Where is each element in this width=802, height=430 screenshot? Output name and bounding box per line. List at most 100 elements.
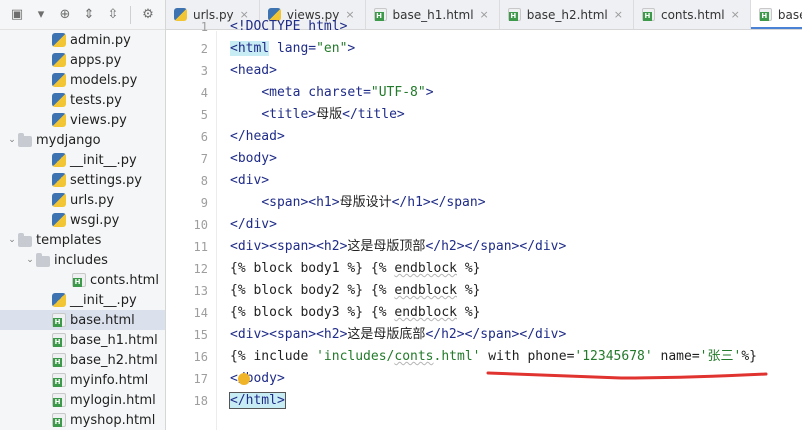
tab-label: base.html (777, 7, 802, 22)
code-line[interactable]: {% include 'includes/conts.html' with ph… (230, 346, 757, 368)
tree-item-label: models.py (70, 72, 138, 88)
code-line[interactable]: <div><span><h2>这是母版顶部</h2></span></div> (230, 236, 566, 258)
collapse-all-icon[interactable]: ⇕ (78, 4, 100, 26)
tree-file-row[interactable]: views.py (0, 110, 165, 130)
tree-file-row[interactable]: conts.html (0, 270, 165, 290)
tree-item-label: apps.py (70, 52, 122, 68)
line-number: 6 (200, 130, 208, 144)
tree-folder-row[interactable]: ⌄ includes (0, 250, 165, 270)
tree-file-row[interactable]: base_h2.html (0, 350, 165, 370)
code-line[interactable]: </div> (230, 214, 277, 236)
code-line[interactable]: </html> (229, 390, 286, 412)
project-sidebar: ▣ ▾ ⊕ ⇕ ⇳ ⚙ admin.py apps.py models.py tests.py v… (0, 0, 166, 430)
html-file-icon (52, 333, 66, 347)
locate-icon[interactable]: ⊕ (54, 4, 76, 26)
sidebar-toolbar: ▣ ▾ ⊕ ⇕ ⇳ ⚙ (0, 0, 165, 30)
tree-item-label: settings.py (70, 172, 142, 188)
tree-file-row[interactable]: base_h1.html (0, 330, 165, 350)
html-file-icon (507, 8, 521, 21)
line-number: 3 (200, 64, 208, 78)
python-file-icon (52, 33, 66, 47)
settings-gear-icon[interactable]: ⚙ (137, 4, 159, 26)
tree-file-row[interactable]: urls.py (0, 190, 165, 210)
code-editor[interactable]: 1 2 3 4 5 6 7 8 9 10 11 12 13 14 15 16 17 18 <!DOCTYPE ht… (166, 19, 802, 430)
code-line[interactable]: <div> (230, 170, 269, 192)
tree-item-label: base.html (70, 312, 135, 328)
python-file-icon (52, 113, 66, 127)
close-icon[interactable]: × (480, 8, 489, 21)
html-file-icon (52, 373, 66, 387)
tree-item-label: templates (36, 232, 102, 248)
code-line[interactable]: {% block body1 %} {% endblock %} (230, 258, 480, 280)
line-number: 17 (193, 372, 208, 386)
tree-file-row[interactable]: __init__.py (0, 150, 165, 170)
tree-file-row[interactable]: mylogin.html (0, 390, 165, 410)
python-file-icon (52, 173, 66, 187)
tree-item-label: mydjango (36, 132, 101, 148)
chevron-down-icon[interactable]: ⌄ (6, 135, 18, 145)
code-line[interactable]: <div><span><h2>这是母版底部</h2></span></div> (230, 324, 566, 346)
line-number: 11 (193, 240, 208, 254)
tree-item-label: includes (54, 252, 108, 268)
folder-icon (36, 252, 50, 267)
project-tree: admin.py apps.py models.py tests.py views.py… (0, 30, 165, 430)
tree-item-label: __init__.py (70, 152, 137, 168)
code-line[interactable]: {% block body2 %} {% endblock %} (230, 280, 480, 302)
line-number: 10 (193, 218, 208, 232)
expand-all-icon[interactable]: ⇳ (102, 4, 124, 26)
python-file-icon (52, 193, 66, 207)
line-number: 4 (200, 86, 208, 100)
code-line[interactable]: <!DOCTYPE html> (230, 16, 347, 38)
folder-icon[interactable]: ▣ (6, 4, 28, 26)
tab-conts-html[interactable]: conts.html × (634, 0, 751, 29)
code-line[interactable]: <body> (230, 148, 277, 170)
line-number: 15 (193, 328, 208, 342)
code-line[interactable]: <head> (230, 60, 277, 82)
tree-folder-row[interactable]: ⌄ mydjango (0, 130, 165, 150)
close-icon[interactable]: × (614, 8, 623, 21)
tab-label: conts.html (660, 7, 725, 22)
tree-file-row[interactable]: myinfo.html (0, 370, 165, 390)
html-file-icon (373, 8, 387, 21)
tree-file-row[interactable]: settings.py (0, 170, 165, 190)
tree-file-row[interactable]: __init__.py (0, 290, 165, 310)
tab-base-html[interactable]: base.html× (750, 0, 802, 29)
code-line[interactable]: {% block body3 %} {% endblock %} (230, 302, 480, 324)
tree-item-label: wsgi.py (70, 212, 120, 228)
tab-base_h2-html[interactable]: base_h2.html × (500, 0, 634, 29)
tree-file-row[interactable]: wsgi.py (0, 210, 165, 230)
python-file-icon (52, 93, 66, 107)
folder-icon (18, 232, 32, 247)
tree-item-label: myshop.html (70, 412, 156, 428)
line-number: 18 (193, 394, 208, 408)
tree-file-row[interactable]: models.py (0, 70, 165, 90)
code-line[interactable]: <html lang="en"> (230, 38, 355, 60)
tree-file-row[interactable]: base.html (0, 310, 165, 330)
python-file-icon (52, 213, 66, 227)
tree-file-row[interactable]: myshop.html (0, 410, 165, 430)
line-number: 13 (193, 284, 208, 298)
chevron-down-icon[interactable]: ⌄ (6, 235, 18, 245)
tree-item-label: urls.py (70, 192, 115, 208)
tree-file-row[interactable]: apps.py (0, 50, 165, 70)
code-line[interactable]: </head> (230, 126, 285, 148)
tree-item-label: views.py (70, 112, 127, 128)
code-line[interactable]: <span><h1>母版设计</h1></span> (230, 192, 485, 214)
tree-file-row[interactable]: tests.py (0, 90, 165, 110)
close-icon[interactable]: × (731, 8, 740, 21)
tree-item-label: __init__.py (70, 292, 137, 308)
line-number: 5 (200, 108, 208, 122)
html-file-icon (52, 353, 66, 367)
line-number: 16 (193, 350, 208, 364)
sort-icon[interactable]: ▾ (30, 4, 52, 26)
code-line[interactable]: <meta charset="UTF-8"> (230, 82, 433, 104)
html-file-icon (52, 413, 66, 427)
python-file-icon (52, 153, 66, 167)
chevron-down-icon[interactable]: ⌄ (24, 255, 36, 265)
intention-bulb-icon[interactable] (238, 373, 250, 385)
code-line[interactable]: <title>母版</title> (230, 104, 404, 126)
tree-folder-row[interactable]: ⌄ templates (0, 230, 165, 250)
tab-base_h1-html[interactable]: base_h1.html × (366, 0, 500, 29)
tree-file-row[interactable]: admin.py (0, 30, 165, 50)
python-file-icon (52, 293, 66, 307)
